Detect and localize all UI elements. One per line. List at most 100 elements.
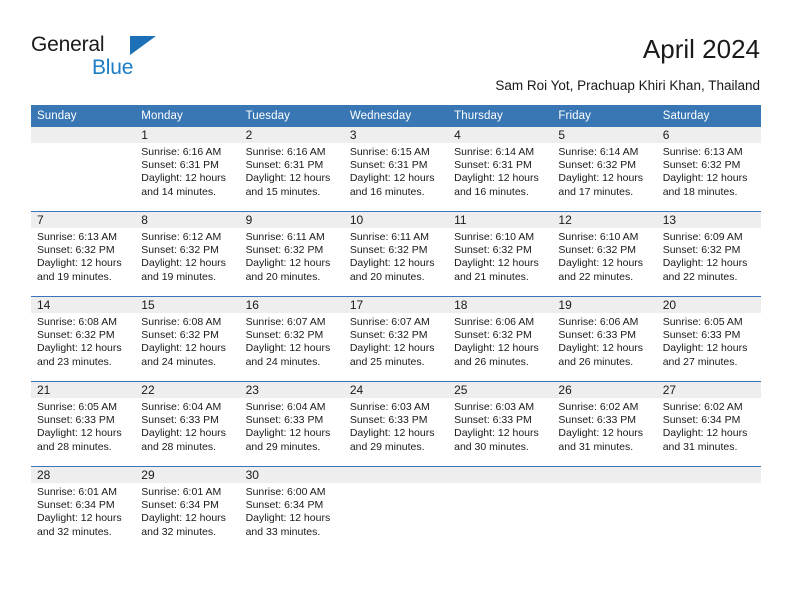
day-number: 13 (656, 212, 761, 228)
day-number: 7 (31, 212, 136, 228)
sunrise-text: Sunrise: 6:03 AM (454, 401, 535, 413)
sunrise-text: Sunrise: 6:12 AM (141, 231, 222, 243)
daylight-text-line1: Daylight: 12 hours (662, 342, 748, 355)
calendar-day-cell[interactable] (31, 127, 136, 212)
daylight-text-line2: and 19 minutes. (141, 270, 216, 283)
daylight-text-line2: and 32 minutes. (141, 525, 216, 538)
day-number: 8 (135, 212, 240, 228)
weekday-header-sunday: Sunday (31, 105, 136, 127)
calendar-day-cell[interactable]: 9 Sunrise: 6:11 AM Sunset: 6:32 PM Daylight… (239, 211, 344, 297)
sunset-text: Sunset: 6:31 PM (349, 159, 428, 172)
sunset-text: Sunset: 6:32 PM (558, 244, 637, 257)
daylight-text-line1: Daylight: 12 hours (37, 427, 122, 440)
calendar-day-cell[interactable]: 13 Sunrise: 6:09 AM Sunset: 6:32 PM Dayligh… (656, 211, 761, 297)
calendar-day-cell[interactable]: 28 Sunrise: 6:01 AM Sunset: 6:34 PM Dayligh… (31, 466, 136, 551)
daylight-text-line1: Daylight: 12 hours (558, 172, 644, 185)
day-details: Sunrise: 6:13 AM Sunset: 6:32 PM Daylight:… (31, 228, 135, 284)
calendar-day-cell[interactable]: 21 Sunrise: 6:05 AM Sunset: 6:33 PM Dayligh… (31, 381, 136, 467)
calendar-day-cell[interactable]: 4 Sunrise: 6:14 AM Sunset: 6:31 PM Daylight… (448, 127, 553, 212)
calendar-day-cell[interactable] (343, 466, 449, 551)
day-details (552, 483, 656, 486)
sunrise-text: Sunrise: 6:00 AM (245, 486, 326, 498)
calendar-day-cell[interactable]: 24 Sunrise: 6:03 AM Sunset: 6:33 PM Dayligh… (343, 381, 449, 467)
calendar-day-cell[interactable]: 27 Sunrise: 6:02 AM Sunset: 6:34 PM Dayligh… (656, 381, 761, 467)
calendar-day-cell[interactable]: 18 Sunrise: 6:06 AM Sunset: 6:32 PM Dayligh… (448, 296, 553, 382)
day-number: 29 (135, 467, 240, 483)
daylight-text-line2: and 31 minutes. (662, 440, 738, 453)
weekday-header-saturday: Saturday (656, 105, 761, 127)
calendar-day-cell[interactable]: 11 Sunrise: 6:10 AM Sunset: 6:32 PM Dayligh… (448, 211, 553, 297)
calendar-day-cell[interactable]: 30 Sunrise: 6:00 AM Sunset: 6:34 PM Dayligh… (239, 466, 344, 551)
calendar-week-row: 28 Sunrise: 6:01 AM Sunset: 6:34 PM Dayligh… (31, 466, 761, 551)
daylight-text-line1: Daylight: 12 hours (37, 512, 122, 525)
daylight-text-line1: Daylight: 12 hours (141, 427, 226, 440)
sunset-text: Sunset: 6:32 PM (245, 329, 324, 342)
day-number: 21 (31, 382, 136, 398)
calendar-day-cell[interactable]: 29 Sunrise: 6:01 AM Sunset: 6:34 PM Dayligh… (135, 466, 240, 551)
logo-text-blue: Blue (92, 56, 134, 79)
calendar-day-cell[interactable]: 3 Sunrise: 6:15 AM Sunset: 6:31 PM Daylight… (343, 127, 449, 212)
day-details: Sunrise: 6:08 AM Sunset: 6:32 PM Daylight:… (135, 313, 239, 369)
calendar-day-cell[interactable] (448, 466, 553, 551)
daylight-text-line1: Daylight: 12 hours (141, 512, 226, 525)
day-details: Sunrise: 6:04 AM Sunset: 6:33 PM Daylight:… (240, 398, 344, 454)
calendar-day-cell[interactable] (552, 466, 657, 551)
calendar-day-cell[interactable]: 6 Sunrise: 6:13 AM Sunset: 6:32 PM Daylight… (656, 127, 761, 212)
day-details: Sunrise: 6:11 AM Sunset: 6:32 PM Daylight:… (240, 228, 344, 284)
calendar-day-cell[interactable]: 5 Sunrise: 6:14 AM Sunset: 6:32 PM Daylight… (552, 127, 657, 212)
calendar-day-cell[interactable]: 7 Sunrise: 6:13 AM Sunset: 6:32 PM Daylight… (31, 211, 136, 297)
calendar-day-cell[interactable]: 26 Sunrise: 6:02 AM Sunset: 6:33 PM Dayligh… (552, 381, 657, 467)
weekday-header-tuesday: Tuesday (239, 105, 344, 127)
day-number: 11 (448, 212, 553, 228)
calendar-day-cell[interactable]: 20 Sunrise: 6:05 AM Sunset: 6:33 PM Dayligh… (656, 296, 761, 382)
sunrise-text: Sunrise: 6:09 AM (662, 231, 743, 243)
calendar-day-cell[interactable]: 12 Sunrise: 6:10 AM Sunset: 6:32 PM Dayligh… (552, 211, 657, 297)
daylight-text-line1: Daylight: 12 hours (349, 427, 435, 440)
day-details: Sunrise: 6:01 AM Sunset: 6:34 PM Daylight:… (135, 483, 239, 539)
daylight-text-line2: and 29 minutes. (245, 440, 321, 453)
page-title: April 2024 (642, 34, 760, 64)
calendar: Sunday Monday Tuesday Wednesday Thursday… (31, 105, 761, 551)
day-details: Sunrise: 6:00 AM Sunset: 6:34 PM Daylight:… (240, 483, 344, 539)
sunset-text: Sunset: 6:33 PM (349, 414, 428, 427)
daylight-text-line2: and 24 minutes. (245, 355, 321, 368)
daylight-text-line1: Daylight: 12 hours (245, 257, 331, 270)
calendar-day-cell[interactable]: 23 Sunrise: 6:04 AM Sunset: 6:33 PM Dayligh… (239, 381, 344, 467)
sunset-text: Sunset: 6:31 PM (454, 159, 532, 172)
weekday-header-wednesday: Wednesday (343, 105, 449, 127)
calendar-day-cell[interactable]: 8 Sunrise: 6:12 AM Sunset: 6:32 PM Daylight… (135, 211, 240, 297)
calendar-day-cell[interactable]: 14 Sunrise: 6:08 AM Sunset: 6:32 PM Dayligh… (31, 296, 136, 382)
day-number: 16 (239, 297, 344, 313)
sunset-text: Sunset: 6:32 PM (454, 244, 532, 257)
day-number: 3 (343, 127, 449, 143)
daylight-text-line2: and 31 minutes. (558, 440, 634, 453)
weekday-header-thursday: Thursday (448, 105, 553, 127)
daylight-text-line2: and 22 minutes. (558, 270, 634, 283)
day-number: 2 (239, 127, 344, 143)
calendar-day-cell[interactable]: 16 Sunrise: 6:07 AM Sunset: 6:32 PM Dayligh… (239, 296, 344, 382)
calendar-day-cell[interactable]: 2 Sunrise: 6:16 AM Sunset: 6:31 PM Daylight… (239, 127, 344, 212)
sunset-text: Sunset: 6:33 PM (558, 414, 637, 427)
sunrise-text: Sunrise: 6:08 AM (37, 316, 117, 328)
calendar-day-cell[interactable]: 19 Sunrise: 6:06 AM Sunset: 6:33 PM Dayligh… (552, 296, 657, 382)
calendar-day-cell[interactable]: 25 Sunrise: 6:03 AM Sunset: 6:33 PM Dayligh… (448, 381, 553, 467)
daylight-text-line1: Daylight: 12 hours (454, 257, 539, 270)
general-blue-logo[interactable]: General Blue (31, 34, 181, 80)
daylight-text-line2: and 30 minutes. (454, 440, 529, 453)
sunset-text: Sunset: 6:32 PM (141, 244, 219, 257)
sunset-text: Sunset: 6:32 PM (141, 329, 219, 342)
daylight-text-line1: Daylight: 12 hours (662, 427, 748, 440)
calendar-day-cell[interactable]: 22 Sunrise: 6:04 AM Sunset: 6:33 PM Dayligh… (135, 381, 240, 467)
daylight-text-line1: Daylight: 12 hours (37, 257, 122, 270)
day-number: 19 (552, 297, 657, 313)
weekday-header-friday: Friday (552, 105, 657, 127)
daylight-text-line2: and 26 minutes. (558, 355, 634, 368)
calendar-day-cell[interactable] (656, 466, 761, 551)
calendar-day-cell[interactable]: 10 Sunrise: 6:11 AM Sunset: 6:32 PM Dayligh… (343, 211, 449, 297)
calendar-day-cell[interactable]: 17 Sunrise: 6:07 AM Sunset: 6:32 PM Dayligh… (343, 296, 449, 382)
daylight-text-line2: and 22 minutes. (662, 270, 738, 283)
calendar-day-cell[interactable]: 1 Sunrise: 6:16 AM Sunset: 6:31 PM Daylight… (135, 127, 240, 212)
calendar-day-cell[interactable]: 15 Sunrise: 6:08 AM Sunset: 6:32 PM Dayligh… (135, 296, 240, 382)
daylight-text-line2: and 19 minutes. (37, 270, 112, 283)
daylight-text-line1: Daylight: 12 hours (558, 257, 644, 270)
